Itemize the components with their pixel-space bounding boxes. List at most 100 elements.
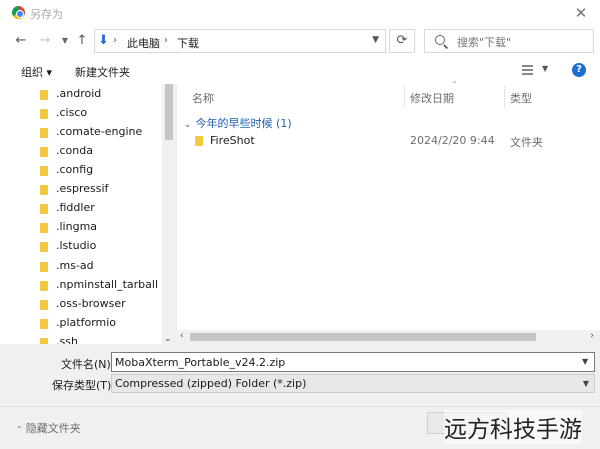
tree-item-label: .android — [56, 87, 102, 100]
command-bar: 组织 ▾ 新建文件夹 ▼ ? — [0, 58, 600, 84]
tree-item-label: .npminstall_tarball — [56, 278, 159, 291]
new-folder-button[interactable]: 新建文件夹 — [75, 64, 130, 80]
filetype-label: 保存类型(T): — [52, 379, 116, 392]
tree-item-label: .ssh — [56, 335, 78, 344]
filename-dropdown-icon[interactable]: ▼ — [582, 357, 588, 366]
tree-item-espressif[interactable]: .espressif — [40, 180, 168, 199]
folder-icon — [40, 204, 48, 214]
tree-item-android[interactable]: .android — [40, 85, 168, 104]
tree-item-label: .ms-ad — [56, 259, 94, 272]
close-button[interactable]: ✕ — [570, 3, 592, 23]
breadcrumb-this-pc[interactable]: 此电脑 — [127, 35, 160, 51]
folder-icon — [195, 136, 203, 146]
organize-button[interactable]: 组织 ▾ — [21, 64, 52, 80]
filetype-select[interactable]: Compressed (zipped) Folder (*.zip) ▼ — [111, 374, 595, 393]
group-header[interactable]: ⌄ 今年的早些时候 (1) — [184, 115, 292, 131]
folder-tree-scrollbar[interactable]: ⌄ — [162, 84, 176, 344]
sort-indicator-icon: ⌃ — [451, 80, 458, 89]
address-dropdown-icon[interactable]: ▼ — [372, 35, 379, 45]
scrollbar-thumb[interactable] — [165, 84, 173, 140]
download-arrow-icon: ⬇ — [98, 33, 109, 48]
column-header-type[interactable]: 类型 — [510, 90, 532, 106]
file-type: 文件夹 — [510, 136, 543, 149]
tree-item-oss-browser[interactable]: .oss-browser — [40, 295, 168, 314]
tree-item-label: .fiddler — [56, 201, 95, 214]
tree-item-ssh[interactable]: .ssh — [40, 333, 168, 344]
folder-icon — [40, 166, 48, 176]
filetype-dropdown-icon[interactable]: ▼ — [583, 379, 589, 388]
tree-item-label: .platformio — [56, 316, 117, 329]
forward-button[interactable]: → — [37, 32, 53, 50]
back-button[interactable]: ← — [13, 32, 29, 50]
folder-icon — [40, 185, 48, 195]
search-placeholder: 搜索"下载" — [457, 36, 512, 49]
pane-divider[interactable] — [176, 84, 177, 344]
title-bar: 另存为 ✕ — [0, 0, 600, 26]
group-label: 今年的早些时候 (1) — [195, 117, 292, 130]
tree-item-lstudio[interactable]: .lstudio — [40, 237, 168, 256]
hide-folders-toggle[interactable]: ⌃ 隐藏文件夹 — [16, 420, 81, 436]
folder-icon — [40, 281, 48, 291]
folder-icon — [40, 242, 48, 252]
breadcrumb-separator[interactable]: › — [113, 35, 117, 46]
folder-tree: .android .cisco .comate-engine .conda .c… — [0, 84, 176, 344]
refresh-button[interactable]: ⟳ — [389, 29, 415, 53]
filename-label: 文件名(N): — [61, 358, 115, 371]
search-input[interactable]: 搜索"下载" — [424, 29, 594, 53]
scroll-down-arrow-icon[interactable]: ⌄ — [164, 334, 172, 344]
tree-item-label: .lstudio — [56, 239, 97, 252]
column-divider[interactable] — [504, 86, 505, 108]
breadcrumb-separator[interactable]: › — [164, 35, 168, 46]
tree-item-ms-ad[interactable]: .ms-ad — [40, 257, 168, 276]
file-name: FireShot — [210, 134, 255, 147]
folder-icon — [40, 109, 48, 119]
navigation-bar: ← → ▼ ↑ ⬇ › 此电脑 › 下载 ▼ ⟳ 搜索"下载" — [0, 28, 600, 54]
tree-item-fiddler[interactable]: .fiddler — [40, 199, 168, 218]
tree-item-label: .comate-engine — [56, 125, 143, 138]
file-date: 2024/2/20 9:44 — [410, 134, 495, 147]
folder-icon — [40, 223, 48, 233]
column-header-date[interactable]: 修改日期 — [410, 90, 454, 106]
folder-icon — [40, 319, 48, 329]
scroll-right-arrow-icon[interactable]: › — [590, 331, 594, 341]
breadcrumb-downloads[interactable]: 下载 — [177, 35, 199, 51]
recent-locations-button[interactable]: ▼ — [60, 32, 70, 50]
column-header-name[interactable]: 名称 — [192, 90, 214, 106]
search-icon — [435, 35, 445, 45]
help-button[interactable]: ? — [572, 63, 586, 77]
tree-item-npminstall-tarball[interactable]: .npminstall_tarball — [40, 276, 168, 295]
view-dropdown-icon[interactable]: ▼ — [542, 64, 548, 73]
folder-icon — [40, 262, 48, 272]
file-list-scrollbar[interactable]: ‹ › — [176, 330, 600, 344]
address-bar[interactable]: ⬇ › 此电脑 › 下载 ▼ — [94, 29, 386, 53]
tree-item-label: .conda — [56, 144, 93, 157]
hide-folders-label: 隐藏文件夹 — [25, 422, 81, 435]
tree-item-label: .cisco — [56, 106, 88, 119]
tree-item-lingma[interactable]: .lingma — [40, 218, 168, 237]
tree-item-comate-engine[interactable]: .comate-engine — [40, 123, 168, 142]
chrome-icon — [12, 6, 25, 19]
scrollbar-thumb[interactable] — [190, 333, 536, 341]
up-button[interactable]: ↑ — [75, 32, 89, 50]
column-divider[interactable] — [404, 86, 405, 108]
chevron-up-icon: ⌃ — [16, 425, 23, 434]
chevron-down-icon: ⌄ — [184, 120, 192, 130]
file-row[interactable]: FireShot 2024/2/20 9:44 文件夹 — [182, 131, 592, 151]
tree-item-cisco[interactable]: .cisco — [40, 104, 168, 123]
tree-item-conda[interactable]: .conda — [40, 142, 168, 161]
filename-input[interactable] — [111, 352, 595, 372]
tree-item-config[interactable]: .config — [40, 161, 168, 180]
tree-item-label: .oss-browser — [56, 297, 126, 310]
folder-icon — [40, 147, 48, 157]
tree-item-label: .espressif — [56, 182, 109, 195]
window-title: 另存为 — [30, 8, 63, 21]
filetype-value: Compressed (zipped) Folder (*.zip) — [115, 377, 307, 390]
tree-item-label: .lingma — [56, 220, 98, 233]
folder-icon — [40, 300, 48, 310]
tree-item-label: .config — [56, 163, 94, 176]
view-options-icon[interactable] — [522, 65, 533, 75]
tree-item-platformio[interactable]: .platformio — [40, 314, 168, 333]
folder-icon — [40, 90, 48, 100]
folder-icon — [40, 128, 48, 138]
scroll-left-arrow-icon[interactable]: ‹ — [180, 331, 184, 341]
